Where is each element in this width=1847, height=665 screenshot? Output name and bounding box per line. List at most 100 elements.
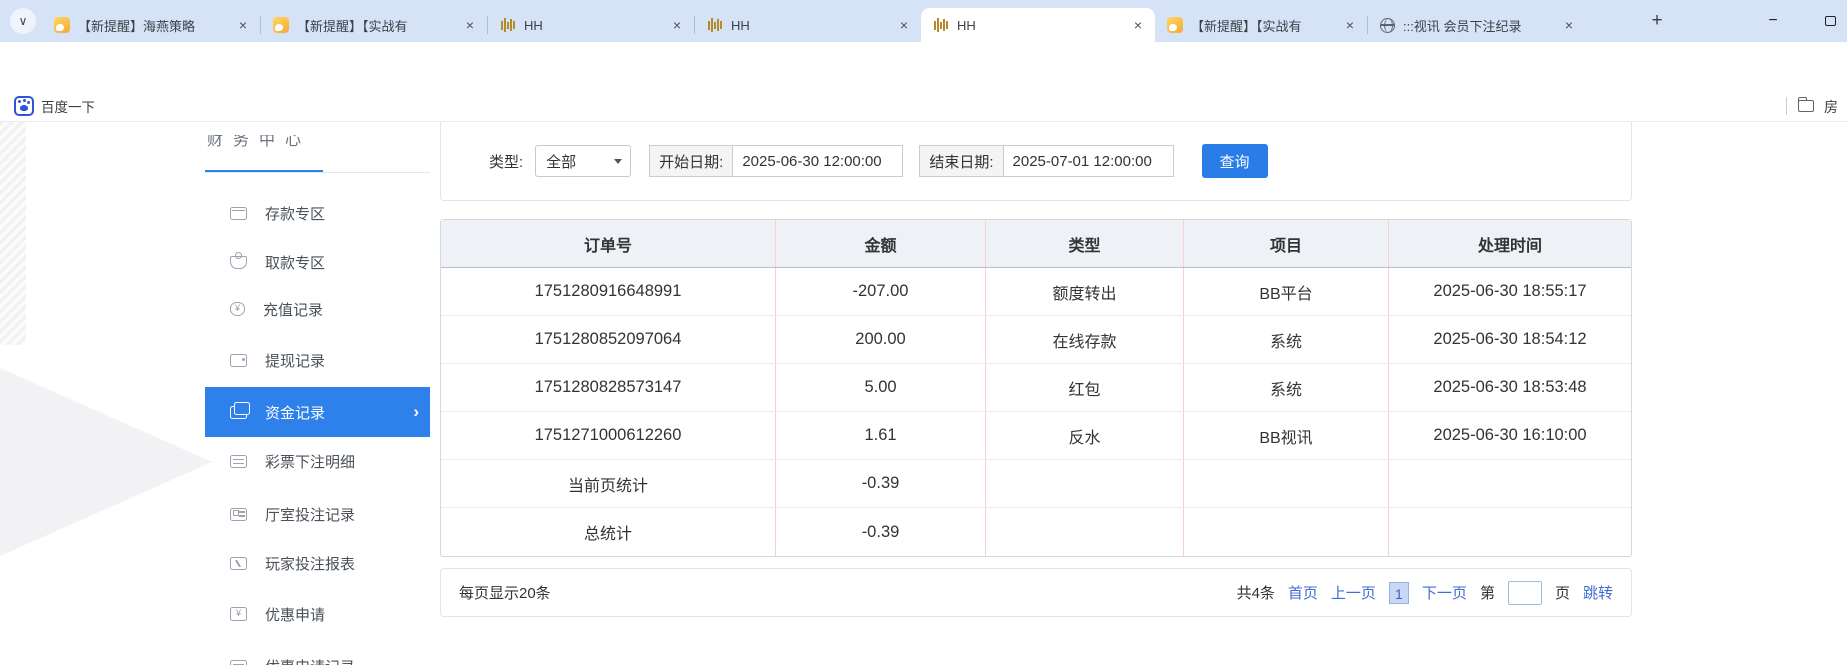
jump-label-pre: 第: [1480, 582, 1495, 603]
cell-amount: -207.00: [776, 268, 986, 315]
tab-forum-1[interactable]: 【新提醒】海燕策略 ×: [42, 8, 260, 42]
jump-page-input[interactable]: [1508, 581, 1542, 605]
sidebar-item-recharge-record[interactable]: 充值记录: [205, 285, 430, 333]
cell-amount: 1.61: [776, 412, 986, 459]
table-row: 1751271000612260 1.61 反水 BB视讯 2025-06-30…: [441, 412, 1631, 460]
start-date-group: 开始日期:: [649, 145, 903, 177]
sidebar-item-label: 提现记录: [265, 350, 325, 371]
cell-type: 在线存款: [986, 316, 1184, 363]
cell-time: 2025-06-30 18:53:48: [1389, 364, 1631, 411]
cell-empty: [1389, 460, 1631, 507]
window-maximize-button[interactable]: [1808, 0, 1847, 42]
bookmarks-folder-icon[interactable]: [1798, 100, 1814, 112]
bookmark-label: 百度一下: [41, 96, 95, 116]
prev-page-link[interactable]: 上一页: [1331, 582, 1376, 603]
deposit-card-icon: [230, 207, 247, 220]
bookmarks-bar: 百度一下 房: [0, 90, 1847, 122]
chart-icon: [230, 557, 247, 570]
total-count-text: 共4条: [1237, 582, 1275, 603]
forum-favicon-icon: [54, 17, 70, 33]
cell-project: 系统: [1184, 316, 1389, 363]
pagination-bar: 每页显示20条 共4条 首页 上一页 1 下一页 第 页 跳转: [440, 568, 1632, 617]
page-size-text: 每页显示20条: [459, 582, 551, 603]
col-header-type: 类型: [986, 220, 1184, 267]
cell-empty: [1184, 460, 1389, 507]
window-minimize-button[interactable]: −: [1751, 0, 1795, 42]
tab-title: 【新提醒】【实战有: [297, 16, 455, 35]
tab-close-icon[interactable]: ×: [668, 16, 686, 34]
new-tab-button[interactable]: +: [1644, 9, 1670, 35]
waveform-favicon-icon: [707, 17, 723, 33]
withdraw-hand-icon: [230, 256, 247, 269]
maximize-icon: [1825, 16, 1836, 26]
end-date-input[interactable]: [1004, 145, 1174, 177]
sidebar-item-withdraw-zone[interactable]: 取款专区: [205, 238, 430, 286]
cell-order-no: 1751280852097064: [441, 316, 776, 363]
tab-video-records[interactable]: :::视讯 会员下注纪录 ×: [1368, 8, 1586, 42]
forum-favicon-icon: [1167, 17, 1183, 33]
list-card-icon: [230, 660, 247, 665]
tab-close-icon[interactable]: ×: [1129, 16, 1147, 34]
current-page-badge[interactable]: 1: [1389, 582, 1409, 604]
sidebar-item-player-bet-report[interactable]: 玩家投注报表: [205, 539, 430, 587]
table-row-total-summary: 总统计 -0.39: [441, 508, 1631, 556]
jump-go-link[interactable]: 跳转: [1583, 582, 1613, 603]
sidebar-item-promo-apply-record[interactable]: 优惠申请记录: [205, 642, 430, 665]
bookmark-partial-label[interactable]: 房: [1824, 97, 1845, 115]
browser-toolbar: ← → ↻ ⌂ yl756.com/hhcp/usercenter.html?i…: [0, 42, 1847, 90]
end-date-group: 结束日期:: [919, 145, 1173, 177]
sidebar-item-deposit-zone[interactable]: 存款专区: [205, 189, 430, 237]
sidebar-item-label: 取款专区: [265, 252, 325, 273]
tab-hh-active[interactable]: HH ×: [921, 8, 1155, 42]
table-row: 1751280852097064 200.00 在线存款 系统 2025-06-…: [441, 316, 1631, 364]
tab-forum-3[interactable]: 【新提醒】【实战有 ×: [1155, 8, 1367, 42]
sidebar-item-label: 厅室投注记录: [265, 504, 355, 525]
chevron-down-icon: ∨: [19, 14, 28, 28]
banknotes-icon: [230, 406, 247, 419]
sidebar-item-label: 资金记录: [265, 402, 325, 423]
cell-empty: [1389, 508, 1631, 556]
tab-close-icon[interactable]: ×: [234, 16, 252, 34]
tab-close-icon[interactable]: ×: [895, 16, 913, 34]
select-caret-icon: [614, 159, 622, 164]
baidu-paw-icon: [14, 96, 34, 116]
bookmarks-separator: [1786, 97, 1787, 115]
query-button[interactable]: 查询: [1202, 144, 1268, 178]
wallet-icon: [230, 354, 247, 367]
tab-close-icon[interactable]: ×: [1341, 16, 1359, 34]
tab-forum-2[interactable]: 【新提醒】【实战有 ×: [261, 8, 487, 42]
tab-close-icon[interactable]: ×: [461, 16, 479, 34]
tab-baseline: [205, 172, 430, 173]
sidebar-item-lottery-bet-detail[interactable]: 彩票下注明细: [205, 437, 430, 485]
start-date-input[interactable]: [733, 145, 903, 177]
cell-time: 2025-06-30 16:10:00: [1389, 412, 1631, 459]
tab-search-button[interactable]: ∨: [10, 8, 36, 34]
sidebar-item-room-bet-record[interactable]: 厅室投注记录: [205, 490, 430, 538]
first-page-link[interactable]: 首页: [1288, 582, 1318, 603]
sidebar-item-label: 充值记录: [263, 299, 323, 320]
tab-hh-1[interactable]: HH ×: [488, 8, 694, 42]
tab-title: 【新提醒】【实战有: [1191, 16, 1335, 35]
type-select[interactable]: 全部: [535, 145, 631, 177]
sidebar-group-title: 财务中心: [207, 135, 387, 158]
table-row-page-summary: 当前页统计 -0.39: [441, 460, 1631, 508]
cell-amount: 5.00: [776, 364, 986, 411]
decorative-stripe: [0, 122, 26, 345]
funds-record-table: 订单号 金额 类型 项目 处理时间 1751280916648991 -207.…: [440, 219, 1632, 557]
globe-favicon-icon: [1380, 18, 1395, 33]
col-header-time: 处理时间: [1389, 220, 1631, 267]
end-date-label: 结束日期:: [919, 145, 1003, 177]
sidebar-item-withdrawal-record[interactable]: 提现记录: [205, 336, 430, 384]
sidebar-item-funds-record[interactable]: 资金记录 ›: [205, 387, 430, 437]
sidebar-item-promo-apply[interactable]: 优惠申请: [205, 590, 430, 638]
tab-hh-2[interactable]: HH ×: [695, 8, 921, 42]
tab-close-icon[interactable]: ×: [1560, 16, 1578, 34]
tab-title: 【新提醒】海燕策略: [78, 16, 228, 35]
decorative-triangle: [0, 368, 212, 556]
cell-order-no: 1751280916648991: [441, 268, 776, 315]
cell-order-no: 1751280828573147: [441, 364, 776, 411]
tab-title: HH: [731, 18, 889, 33]
next-page-link[interactable]: 下一页: [1422, 582, 1467, 603]
cell-project: 系统: [1184, 364, 1389, 411]
bookmark-baidu[interactable]: 百度一下: [8, 93, 101, 119]
